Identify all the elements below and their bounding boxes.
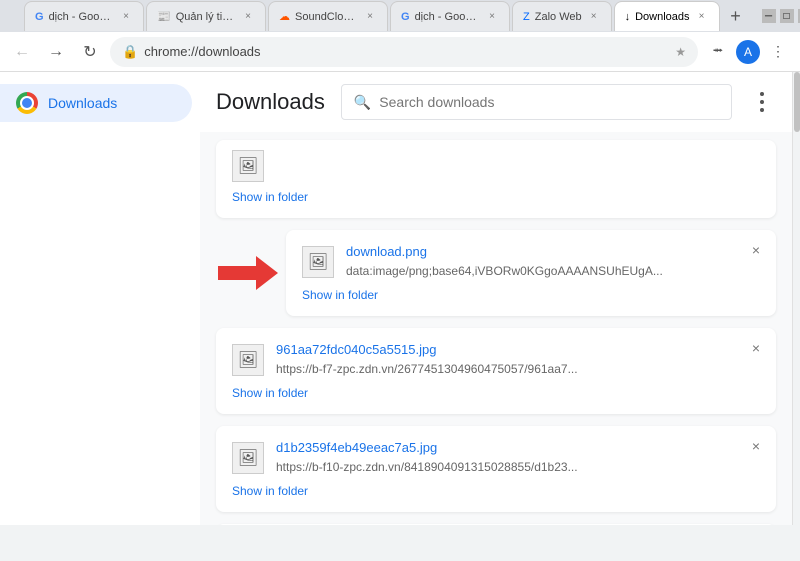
tab-label-1: dịch - Google Search [49, 11, 114, 23]
download-row-2: 🖼 961aa72fdc040c5a5515.jpg https://b-f7-… [232, 342, 760, 378]
tab-favicon-5: Z [523, 11, 530, 23]
show-in-folder-2[interactable]: Show in folder [232, 386, 760, 400]
more-actions-button[interactable] [748, 88, 776, 116]
show-in-folder-3[interactable]: Show in folder [232, 484, 760, 498]
tab-label-3: SoundCloud File Sear... [295, 11, 358, 23]
tab-close-2[interactable]: × [241, 10, 255, 24]
new-tab-button[interactable]: + [722, 2, 750, 30]
tab-close-5[interactable]: × [587, 10, 601, 24]
download-item-2: × 🖼 961aa72fdc040c5a5515.jpg https://b-f… [216, 328, 776, 414]
sidebar: Downloads [0, 72, 200, 525]
file-info-3: d1b2359f4eb49eeac7a5.jpg https://b-f10-z… [276, 440, 760, 476]
tab-downloads[interactable]: ↓ Downloads × [614, 1, 720, 31]
toolbar-icons: ⭼ A ⋮ [704, 38, 792, 66]
file-info-2: 961aa72fdc040c5a5515.jpg https://b-f7-zp… [276, 342, 760, 378]
download-row-1: 🖼 download.png data:image/png;base64,iVB… [302, 244, 760, 280]
page-title: Downloads [216, 89, 325, 115]
extensions-icon[interactable]: ⭼ [704, 38, 732, 66]
download-item-partial: 🖼 Show in folder [216, 140, 776, 218]
tab-soundcloud[interactable]: ☁ SoundCloud File Sear... × [268, 1, 388, 31]
main-content: Downloads 🔍 🖼 [200, 72, 792, 525]
file-url-1: data:image/png;base64,iVBORw0KGgoAAAANSU… [346, 264, 663, 278]
dot1 [760, 92, 764, 96]
show-in-folder-partial[interactable]: Show in folder [232, 190, 760, 204]
tab-label-4: dịch - Google Search [415, 11, 480, 23]
file-url-3: https://b-f10-zpc.zdn.vn/841890409131502… [276, 460, 578, 474]
file-url-2: https://b-f7-zpc.zdn.vn/2677451304960475… [276, 362, 578, 376]
tab-label-2: Quản lý tin tức [176, 11, 236, 23]
tab-label-6: Downloads [635, 11, 689, 23]
profile-icon[interactable]: A [736, 40, 760, 64]
tab-close-6[interactable]: × [695, 10, 709, 24]
page-header: Downloads 🔍 [200, 72, 792, 132]
search-icon: 🔍 [354, 94, 371, 111]
file-thumbnail-1: 🖼 [302, 246, 334, 278]
search-input[interactable] [379, 94, 719, 110]
address-bar: ← → ↻ 🔒 chrome://downloads ★ ⭼ A ⋮ [0, 32, 800, 72]
tab-close-3[interactable]: × [363, 10, 377, 24]
download-row-3: 🖼 d1b2359f4eb49eeac7a5.jpg https://b-f10… [232, 440, 760, 476]
sidebar-item-label: Downloads [48, 95, 117, 111]
back-button[interactable]: ← [8, 38, 36, 66]
bookmark-icon[interactable]: ★ [675, 45, 686, 59]
tab-zalo[interactable]: Z Zalo Web × [512, 1, 612, 31]
tab-favicon-2: 📰 [157, 10, 171, 23]
download-row-partial: 🖼 [232, 148, 760, 182]
tab-favicon-1: G [35, 11, 44, 23]
address-field[interactable]: 🔒 chrome://downloads ★ [110, 37, 698, 67]
scrollbar-thumb[interactable] [794, 72, 800, 132]
file-thumbnail-2: 🖼 [232, 344, 264, 376]
tab-label-5: Zalo Web [535, 11, 582, 23]
window-control-buttons: ─ □ × [762, 9, 800, 23]
tab-quan-ly[interactable]: 📰 Quản lý tin tức × [146, 1, 266, 31]
refresh-button[interactable]: ↻ [76, 38, 104, 66]
page-body: Downloads Downloads 🔍 🖼 [0, 72, 800, 525]
scrollbar[interactable] [792, 72, 800, 525]
close-item-2[interactable]: × [746, 338, 766, 358]
close-item-1[interactable]: × [746, 240, 766, 260]
file-thumbnail-3: 🖼 [232, 442, 264, 474]
filename-2[interactable]: 961aa72fdc040c5a5515.jpg [276, 342, 760, 357]
downloads-list: 🖼 Show in folder × 🖼 [200, 132, 792, 525]
sidebar-item-downloads[interactable]: Downloads [0, 84, 192, 122]
forward-button[interactable]: → [42, 38, 70, 66]
tab-google-search-2[interactable]: G dịch - Google Search × [390, 1, 510, 31]
tab-google-search-1[interactable]: G dịch - Google Search × [24, 1, 144, 31]
tab-close-4[interactable]: × [485, 10, 499, 24]
tab-favicon-6: ↓ [625, 11, 631, 23]
tabs-bar: G dịch - Google Search × 📰 Quản lý tin t… [20, 1, 754, 31]
download-item-1: × 🖼 download.png data:image/png;base64,i… [286, 230, 776, 316]
address-display: chrome://downloads [144, 44, 260, 59]
dot2 [760, 100, 764, 104]
file-thumbnail-partial: 🖼 [232, 150, 264, 182]
file-info-1: download.png data:image/png;base64,iVBOR… [346, 244, 760, 280]
tab-favicon-3: ☁ [279, 10, 290, 23]
title-bar: G dịch - Google Search × 📰 Quản lý tin t… [0, 0, 800, 32]
dot3 [760, 108, 764, 112]
filename-3[interactable]: d1b2359f4eb49eeac7a5.jpg [276, 440, 760, 455]
tab-favicon-4: G [401, 11, 410, 23]
download-item-3: × 🖼 d1b2359f4eb49eeac7a5.jpg https://b-f… [216, 426, 776, 512]
tab-close-1[interactable]: × [119, 10, 133, 24]
search-box[interactable]: 🔍 [341, 84, 732, 120]
maximize-button[interactable]: □ [780, 9, 794, 23]
lock-icon: 🔒 [122, 44, 138, 60]
chrome-logo-icon [16, 92, 38, 114]
more-menu-icon[interactable]: ⋮ [764, 38, 792, 66]
show-in-folder-1[interactable]: Show in folder [302, 288, 760, 302]
filename-1[interactable]: download.png [346, 244, 760, 259]
close-item-3[interactable]: × [746, 436, 766, 456]
red-arrow [218, 256, 278, 290]
minimize-button[interactable]: ─ [762, 9, 776, 23]
download-item-4: × 🖼 01018b76ec5d3c03654c.jpg Deleted blo… [216, 524, 776, 525]
